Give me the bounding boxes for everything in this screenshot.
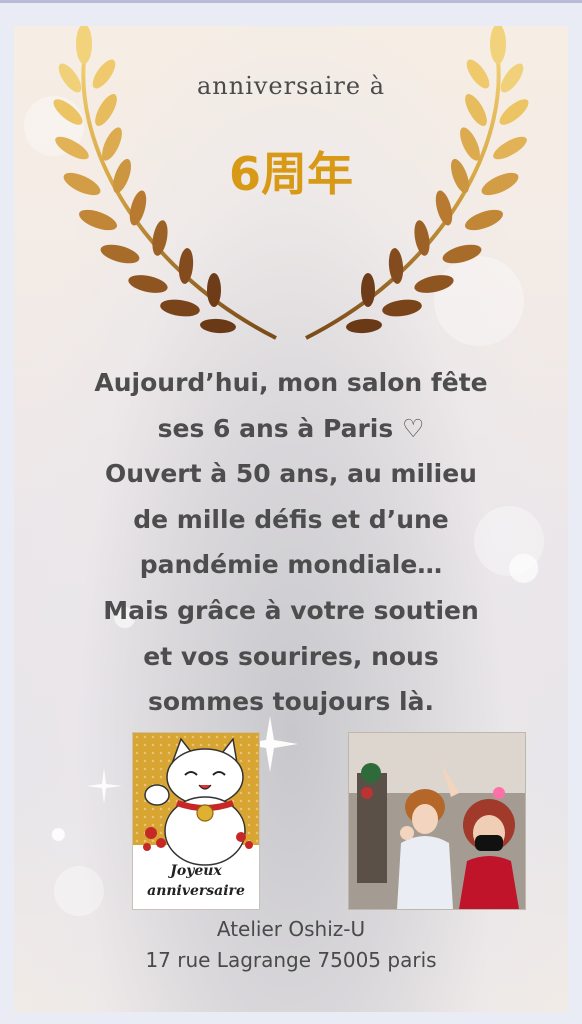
top-divider xyxy=(0,0,582,3)
maneki-neko-card-image: Joyeux anniversaire xyxy=(132,732,260,910)
message-line: Aujourd’hui, mon salon fête xyxy=(94,368,488,397)
message-line: de mille défis et d’une xyxy=(133,504,449,534)
salon-photo xyxy=(348,732,526,910)
salon-address-block: Atelier Oshiz-U 17 rue Lagrange 75005 pa… xyxy=(14,914,568,976)
anniversary-message: Aujourd’hui, mon salon fête ses 6 ans à … xyxy=(44,360,538,725)
message-line: Mais grâce à votre soutien xyxy=(103,595,479,625)
card-line-2: anniversaire xyxy=(147,883,245,899)
message-line: Ouvert à 50 ans, au milieu xyxy=(105,459,477,489)
anniversary-card: anniversaire à 6周年 Aujourd’hui, mon salo… xyxy=(14,26,568,1012)
card-line-1: Joyeux xyxy=(170,863,222,879)
message-line: pandémie mondiale… xyxy=(139,550,443,580)
anniversary-title: anniversaire à xyxy=(196,72,386,100)
years-label: 6周年 xyxy=(228,147,353,201)
salon-name: Atelier Oshiz-U xyxy=(216,917,366,941)
salon-photo-illustration xyxy=(349,733,525,909)
message-line: et vos sourires, nous xyxy=(143,641,439,671)
salon-address: 17 rue Lagrange 75005 paris xyxy=(145,948,437,972)
sparkle-icon xyxy=(86,768,122,804)
bokeh-light xyxy=(54,866,104,916)
message-line: ses 6 ans à Paris ♡ xyxy=(157,413,425,443)
